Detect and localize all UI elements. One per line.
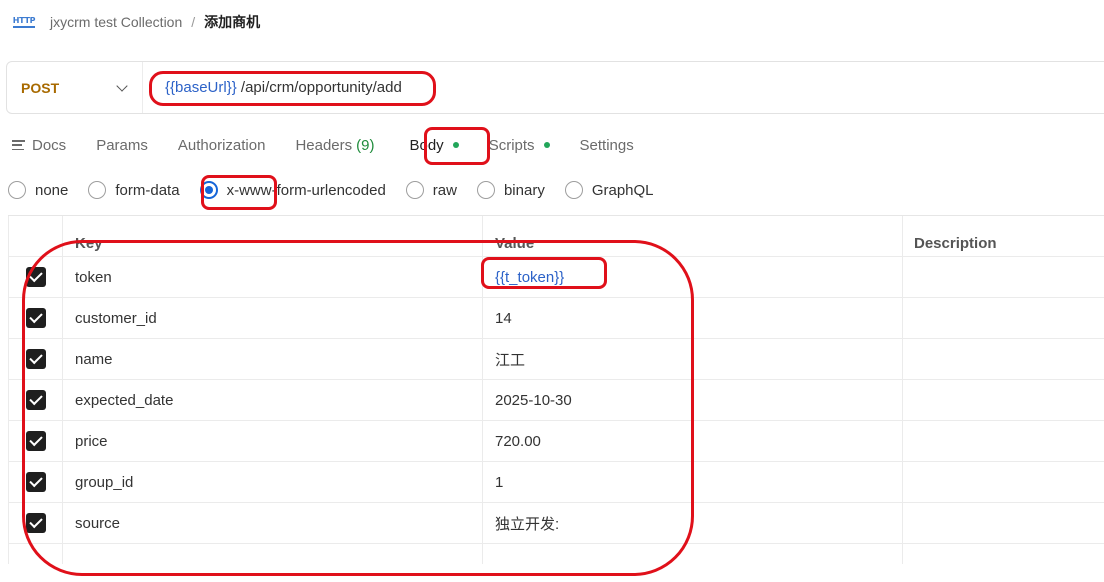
radio-circle-icon	[564, 181, 583, 199]
table-row: group_id 1	[8, 462, 1104, 503]
breadcrumb-collection-link[interactable]: jxycrm test Collection	[50, 14, 182, 30]
tab-docs[interactable]: Docs	[12, 137, 66, 154]
radio-none[interactable]: none	[8, 181, 68, 199]
row-checkbox[interactable]	[25, 431, 46, 451]
breadcrumb: HTTP jxycrm test Collection / 添加商机	[12, 10, 260, 34]
description-cell[interactable]	[903, 421, 1104, 461]
description-cell[interactable]	[903, 339, 1104, 379]
tab-authorization[interactable]: Authorization	[178, 137, 266, 154]
row-checkbox[interactable]	[25, 349, 46, 369]
request-url-bar: POST {{baseUrl}} /api/crm/opportunity/ad…	[6, 61, 1104, 114]
value-cell[interactable]: 720.00	[483, 421, 903, 461]
column-header-value: Value	[483, 216, 903, 256]
request-title[interactable]: 添加商机	[204, 12, 260, 32]
radio-circle-icon	[8, 181, 26, 199]
value-cell[interactable]: 独立开发:	[483, 503, 903, 543]
breadcrumb-separator: /	[191, 14, 196, 30]
docs-icon	[12, 140, 25, 150]
body-modified-dot	[452, 142, 459, 148]
key-cell[interactable]: source	[63, 503, 483, 543]
tab-headers[interactable]: Headers (9)	[295, 137, 374, 154]
column-header-key: Key	[63, 216, 483, 256]
url-input[interactable]: {{baseUrl}} /api/crm/opportunity/add	[143, 79, 402, 96]
radio-x-www-form-urlencoded[interactable]: x-www-form-urlencoded	[199, 181, 386, 199]
key-cell[interactable]: customer_id	[63, 298, 483, 338]
key-cell[interactable]: expected_date	[63, 380, 483, 420]
value-cell[interactable]: {{t_token}}	[483, 257, 903, 297]
request-tabs: Docs Params Authorization Headers (9) Bo…	[12, 131, 664, 159]
headers-count: (9)	[356, 136, 375, 154]
http-request-icon: HTTP	[12, 12, 36, 32]
value-cell[interactable]: 2025-10-30	[483, 380, 903, 420]
radio-form-data[interactable]: form-data	[88, 181, 180, 199]
description-cell[interactable]	[903, 257, 1104, 297]
radio-raw[interactable]: raw	[405, 181, 457, 199]
value-cell[interactable]: 14	[483, 298, 903, 338]
radio-binary[interactable]: binary	[476, 181, 545, 199]
description-cell[interactable]	[903, 298, 1104, 338]
table-row: price 720.00	[8, 421, 1104, 462]
tab-settings[interactable]: Settings	[580, 137, 634, 154]
column-header-description: Description	[914, 235, 997, 252]
tab-params[interactable]: Params	[96, 137, 148, 154]
value-cell[interactable]: 1	[483, 462, 903, 502]
body-type-selector: none form-data x-www-form-urlencoded raw…	[8, 178, 674, 202]
table-row: expected_date 2025-10-30	[8, 380, 1104, 421]
radio-circle-icon	[405, 181, 424, 199]
url-variable: {{baseUrl}}	[165, 79, 237, 96]
radio-graphql[interactable]: GraphQL	[564, 181, 654, 199]
body-params-table: Key Value Description token {{t_token}} …	[8, 215, 1104, 564]
table-row: token {{t_token}}	[8, 257, 1104, 298]
table-header: Key Value Description	[8, 216, 1104, 257]
url-path: /api/crm/opportunity/add	[240, 79, 402, 96]
key-cell[interactable]: token	[63, 257, 483, 297]
key-cell[interactable]: name	[63, 339, 483, 379]
row-checkbox[interactable]	[25, 513, 46, 533]
row-checkbox[interactable]	[25, 472, 46, 492]
chevron-down-icon	[116, 79, 128, 92]
tab-scripts[interactable]: Scripts	[489, 137, 550, 154]
key-cell[interactable]: price	[63, 421, 483, 461]
key-cell[interactable]: group_id	[63, 462, 483, 502]
radio-circle-icon	[88, 181, 107, 199]
description-cell[interactable]	[903, 503, 1104, 543]
row-checkbox[interactable]	[25, 390, 46, 410]
radio-selected-icon	[199, 181, 218, 199]
description-cell[interactable]	[903, 462, 1104, 502]
method-label: POST	[21, 79, 60, 96]
table-row: name 江工	[8, 339, 1104, 380]
radio-circle-icon	[476, 181, 495, 199]
value-cell[interactable]: 江工	[483, 339, 903, 379]
tab-body[interactable]: Body	[409, 137, 459, 154]
row-checkbox[interactable]	[25, 308, 46, 328]
scripts-modified-dot	[543, 142, 550, 148]
description-cell[interactable]	[903, 380, 1104, 420]
table-row: customer_id 14	[8, 298, 1104, 339]
method-select[interactable]: POST	[7, 62, 143, 113]
table-row	[8, 544, 1104, 564]
row-checkbox[interactable]	[25, 267, 46, 287]
table-row: source 独立开发:	[8, 503, 1104, 544]
